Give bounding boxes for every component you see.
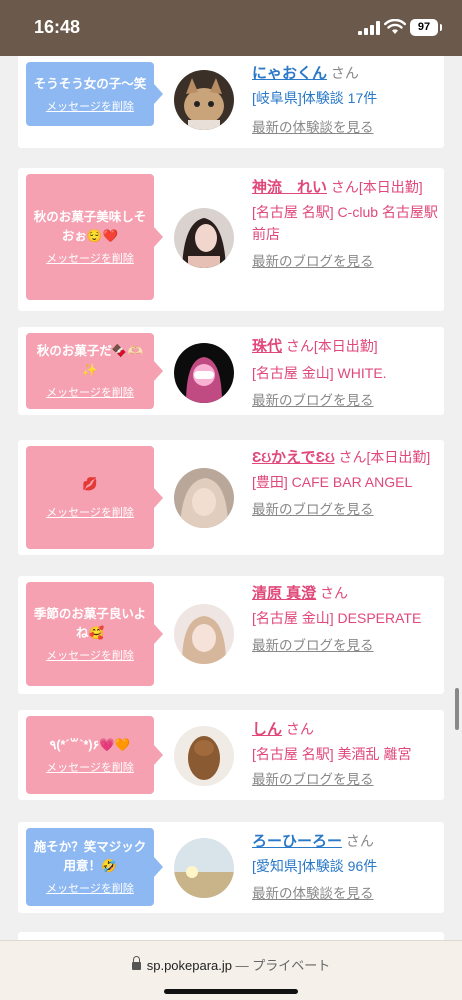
lock-icon xyxy=(131,956,141,970)
delete-message-link[interactable]: メッセージを削除 xyxy=(46,647,134,663)
delete-message-link[interactable]: メッセージを削除 xyxy=(46,759,134,775)
honorific: さん xyxy=(330,65,359,81)
user-info: しん さん [名古屋 名駅] 美酒乱 離宮 最新のブログを見る xyxy=(252,718,438,791)
honorific: さん xyxy=(345,833,374,849)
user-meta[interactable]: [豊田] CAFE BAR ANGEL xyxy=(252,471,438,493)
list-item: 💋 メッセージを削除 ƐઇかえでƐઇ さん[本日出勤] [豊田] CAFE BA… xyxy=(18,440,444,555)
honorific: さん[本日出勤] xyxy=(330,179,423,195)
home-indicator[interactable] xyxy=(164,989,298,994)
message-text: 秋のお菓子だ🍫🫶🏻✨ xyxy=(36,344,144,377)
latest-review-link[interactable]: 最新の体験談を見る xyxy=(252,117,438,139)
honorific: さん[本日出勤] xyxy=(285,338,378,354)
message-bubble: 施そか？笑マジック用意！🤣 メッセージを削除 xyxy=(26,828,163,906)
cellular-signal-icon xyxy=(358,21,380,35)
message-bubble: 秋のお菓子美味しそおぉ😌❤️ メッセージを削除 xyxy=(26,174,163,300)
user-meta[interactable]: [名古屋 名駅] 美酒乱 離宮 xyxy=(252,743,438,765)
user-meta[interactable]: [名古屋 名駅] C-club 名古屋駅前店 xyxy=(252,201,438,245)
user-name-link[interactable]: しん xyxy=(252,721,282,738)
url-text[interactable]: sp.pokepara.jp xyxy=(147,958,232,973)
user-info: ろーひーろー さん [愛知県]体験談 96件 最新の体験談を見る xyxy=(252,830,438,905)
user-info: 清原 真澄 さん [名古屋 金山] DESPERATE 最新のブログを見る xyxy=(252,582,438,657)
user-name-link[interactable]: ろーひーろー xyxy=(252,833,342,850)
message-text: ٩(*´꒳`*)۶💗🧡 xyxy=(49,737,131,752)
cat-photo-icon xyxy=(174,70,234,130)
scrollbar-thumb[interactable] xyxy=(455,688,459,730)
person-photo-icon xyxy=(174,208,234,268)
avatar[interactable] xyxy=(174,838,234,898)
avatar[interactable] xyxy=(174,343,234,403)
message-bubble: 秋のお菓子だ🍫🫶🏻✨ メッセージを削除 xyxy=(26,333,163,409)
message-bubble: 季節のお菓子良いよね🥰 メッセージを削除 xyxy=(26,582,163,686)
user-name-link[interactable]: ƐઇかえでƐઇ xyxy=(252,449,335,466)
message-bubble: そうそう女の子〜笑 メッセージを削除 xyxy=(26,62,163,126)
latest-blog-link[interactable]: 最新のブログを見る xyxy=(252,390,438,412)
user-info: にゃおくん さん [岐阜県]体験談 17件 最新の体験談を見る xyxy=(252,62,438,139)
list-item: 秋のお菓子美味しそおぉ😌❤️ メッセージを削除 神流 れい さん[本日出勤] [… xyxy=(18,168,444,311)
delete-message-link[interactable]: メッセージを削除 xyxy=(46,98,134,114)
user-meta[interactable]: [愛知県]体験談 96件 xyxy=(252,855,438,877)
delete-message-link[interactable]: メッセージを削除 xyxy=(46,880,134,896)
message-bubble: ٩(*´꒳`*)۶💗🧡 メッセージを削除 xyxy=(26,716,163,794)
person-photo-icon xyxy=(174,604,234,664)
message-text: そうそう女の子〜笑 xyxy=(33,76,147,91)
user-meta[interactable]: [名古屋 金山] WHITE. xyxy=(252,362,438,384)
private-browsing-label: — プライベート xyxy=(235,958,331,973)
user-name-link[interactable]: 清原 真澄 xyxy=(252,585,316,602)
person-photo-icon xyxy=(174,343,234,403)
list-item: そうそう女の子〜笑 メッセージを削除 にゃおくん さん [岐阜県]体験談 17件… xyxy=(18,56,444,148)
latest-blog-link[interactable]: 最新のブログを見る xyxy=(252,635,438,657)
user-info: 神流 れい さん[本日出勤] [名古屋 名駅] C-club 名古屋駅前店 最新… xyxy=(252,176,438,273)
message-feed[interactable]: そうそう女の子〜笑 メッセージを削除 にゃおくん さん [岐阜県]体験談 17件… xyxy=(0,56,462,940)
user-name-link[interactable]: 神流 れい xyxy=(252,179,327,196)
avatar[interactable] xyxy=(174,70,234,130)
delete-message-link[interactable]: メッセージを削除 xyxy=(46,250,134,266)
honorific: さん[本日出勤] xyxy=(338,449,431,465)
user-info: 珠代 さん[本日出勤] [名古屋 金山] WHITE. 最新のブログを見る xyxy=(252,335,438,412)
message-bubble: 💋 メッセージを削除 xyxy=(26,446,163,549)
avatar[interactable] xyxy=(174,726,234,786)
honorific: さん xyxy=(320,585,349,601)
status-bar: 16:48 97 xyxy=(0,0,462,56)
delete-message-link[interactable]: メッセージを削除 xyxy=(46,504,134,520)
person-photo-icon xyxy=(174,726,234,786)
user-name-link[interactable]: 珠代 xyxy=(252,338,282,355)
list-item xyxy=(18,932,444,940)
avatar[interactable] xyxy=(174,468,234,528)
honorific: さん xyxy=(285,721,314,737)
user-info: ƐઇかえでƐઇ さん[本日出勤] [豊田] CAFE BAR ANGEL 最新の… xyxy=(252,446,438,521)
list-item: 施そか？笑マジック用意！🤣 メッセージを削除 ろーひーろー さん [愛知県]体験… xyxy=(18,822,444,913)
person-photo-icon xyxy=(174,468,234,528)
message-text: 季節のお菓子良いよね🥰 xyxy=(33,607,147,640)
message-text: 💋 xyxy=(82,477,98,491)
avatar[interactable] xyxy=(174,208,234,268)
latest-blog-link[interactable]: 最新のブログを見る xyxy=(252,251,438,273)
user-meta[interactable]: [名古屋 金山] DESPERATE xyxy=(252,607,438,629)
status-time: 16:48 xyxy=(34,17,81,37)
list-item: 季節のお菓子良いよね🥰 メッセージを削除 清原 真澄 さん [名古屋 金山] D… xyxy=(18,576,444,694)
latest-review-link[interactable]: 最新の体験談を見る xyxy=(252,883,438,905)
delete-message-link[interactable]: メッセージを削除 xyxy=(46,384,134,400)
message-text: 秋のお菓子美味しそおぉ😌❤️ xyxy=(33,210,147,243)
browser-address-bar[interactable]: sp.pokepara.jp — プライベート xyxy=(0,940,462,1000)
message-text: 施そか？笑マジック用意！🤣 xyxy=(33,840,147,873)
url-row[interactable]: sp.pokepara.jp — プライベート xyxy=(0,955,462,974)
user-name-link[interactable]: にゃおくん xyxy=(252,65,327,82)
battery-indicator: 97 xyxy=(410,19,442,36)
landscape-photo-icon xyxy=(174,838,234,898)
user-meta[interactable]: [岐阜県]体験談 17件 xyxy=(252,87,438,109)
avatar[interactable] xyxy=(174,604,234,664)
wifi-icon xyxy=(384,19,406,34)
list-item: ٩(*´꒳`*)۶💗🧡 メッセージを削除 しん さん [名古屋 名駅] 美酒乱 … xyxy=(18,710,444,800)
list-item: 秋のお菓子だ🍫🫶🏻✨ メッセージを削除 珠代 さん[本日出勤] [名古屋 金山]… xyxy=(18,327,444,415)
latest-blog-link[interactable]: 最新のブログを見る xyxy=(252,499,438,521)
latest-blog-link[interactable]: 最新のブログを見る xyxy=(252,769,438,791)
